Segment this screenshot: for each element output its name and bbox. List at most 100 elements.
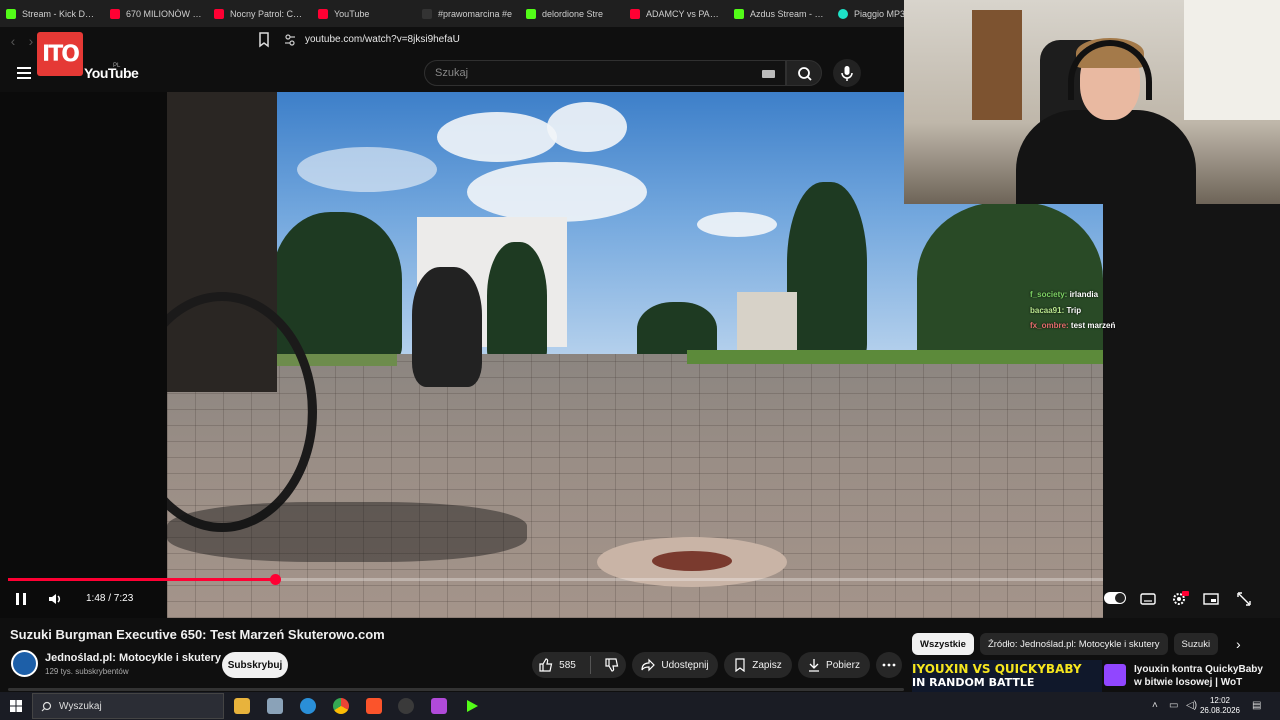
network-icon[interactable]: ▭	[1169, 700, 1178, 711]
kick-icon	[734, 8, 744, 19]
save-label: Zapisz	[752, 659, 782, 671]
browser-tab[interactable]: Stream - Kick Dashb	[0, 0, 104, 27]
horizontal-scrollbar[interactable]	[8, 688, 904, 691]
subscribe-button[interactable]: Subskrybuj	[222, 652, 288, 678]
chip-source[interactable]: Źródło: Jednoślad.pl: Motocykle i skuter…	[979, 633, 1168, 655]
brave-icon[interactable]	[366, 698, 382, 714]
search-icon	[798, 67, 812, 81]
screen: Stream - Kick Dashb 670 MILIONÓW NA Nocn…	[0, 0, 1280, 720]
voice-search-button[interactable]	[833, 59, 861, 87]
download-label: Pobierz	[826, 659, 860, 671]
youtube-logo[interactable]: YouTube	[84, 65, 139, 81]
taskbar-search[interactable]: Wyszukaj	[32, 693, 224, 719]
system-clock[interactable]: 12:02 26.08.2026	[1198, 696, 1242, 716]
more-actions-button[interactable]	[876, 652, 902, 678]
chip-all[interactable]: Wszystkie	[912, 633, 974, 655]
share-button[interactable]: Udostępnij	[632, 652, 718, 678]
time-display: 1:48 / 7:23	[86, 593, 134, 604]
channel-name[interactable]: Jednoślad.pl: Motocykle i skutery	[45, 652, 221, 664]
channel-avatar[interactable]	[11, 650, 38, 677]
obs-icon[interactable]	[398, 698, 414, 714]
chat-message: fx_ombre: test marzeń	[1030, 321, 1116, 330]
tab-label: #prawomarcina #e	[438, 8, 513, 19]
volume-icon[interactable]	[47, 590, 63, 608]
autoplay-toggle[interactable]	[1104, 592, 1126, 604]
thumbs-down-icon[interactable]	[605, 658, 619, 672]
search-input[interactable]: Szukaj	[424, 60, 786, 86]
youtube-icon	[318, 8, 328, 19]
miniplayer-icon[interactable]	[1203, 590, 1219, 608]
youtube-icon	[214, 8, 224, 19]
tab-label: Azdus Stream - Wa	[750, 8, 826, 19]
browser-tab[interactable]: #prawomarcina #e	[416, 0, 520, 27]
browser-tab[interactable]: YouTube	[312, 0, 416, 27]
back-icon[interactable]: ‹	[4, 33, 22, 49]
recommendation-thumbnail[interactable]: IYOUXIN VS QUICKYBABY IN RANDOM BATTLE	[912, 660, 1102, 692]
kick-app-icon[interactable]	[464, 698, 480, 714]
youtube-region: PL	[113, 63, 121, 69]
thumbnail-text-1: IYOUXIN VS QUICKYBABY	[912, 662, 1082, 676]
subtitles-icon[interactable]	[1140, 590, 1156, 608]
save-button[interactable]: Zapisz	[724, 652, 792, 678]
app-icon[interactable]	[267, 698, 283, 714]
windows-start-icon[interactable]	[10, 700, 22, 712]
browser-tab[interactable]: delordione Stre	[520, 0, 624, 27]
chrome-icon[interactable]	[333, 698, 349, 714]
share-label: Udostępnij	[661, 659, 709, 671]
windows-taskbar: Wyszukaj	[0, 692, 1280, 720]
speaker-icon[interactable]: ◁)	[1186, 700, 1197, 711]
app-icon[interactable]	[431, 698, 447, 714]
tab-label: Piaggio MP3 300h	[854, 8, 904, 19]
browser-tab[interactable]: Piaggio MP3 300h	[832, 0, 904, 27]
taskbar-search-label: Wyszukaj	[59, 701, 102, 712]
bookmark-icon	[735, 658, 745, 672]
tab-label: 670 MILIONÓW NA	[126, 8, 202, 19]
notifications-icon[interactable]: ▤	[1252, 700, 1261, 711]
stream-chat-overlay: f_society: irlandia bacaa91: Trip fx_omb…	[1030, 287, 1115, 334]
pause-icon[interactable]	[14, 590, 28, 608]
browser-tab[interactable]: ADAMCY vs PAJAC	[624, 0, 728, 27]
site-icon	[838, 8, 848, 19]
scrubber-handle[interactable]	[270, 574, 281, 585]
settings-icon[interactable]	[1171, 590, 1189, 608]
video-title: Suzuki Burgman Executive 650: Test Marze…	[10, 627, 385, 642]
bookmark-icon[interactable]	[258, 32, 270, 48]
tab-label: YouTube	[334, 8, 370, 19]
twitch-icon	[1104, 664, 1126, 686]
channel-logo-overlay: ΙΤΟ	[37, 32, 83, 76]
browser-tab[interactable]: Nocny Patrol: Czym	[208, 0, 312, 27]
subscriber-count: 129 tys. subskrybentów	[45, 667, 129, 676]
recommendation-title[interactable]: Iyouxin kontra QuickyBaby w bitwie losow…	[1134, 663, 1264, 689]
tab-label: Stream - Kick Dashb	[22, 8, 98, 19]
youtube-header: ΙΤΟ YouTube PL Szukaj	[0, 32, 904, 92]
url-field[interactable]: youtube.com/watch?v=8jksi9hefaU	[305, 34, 460, 45]
like-dislike-group: 585	[532, 652, 626, 678]
clock-time: 12:02	[1209, 696, 1231, 705]
chevron-up-icon[interactable]: ˄	[1152, 700, 1158, 711]
menu-icon[interactable]	[17, 67, 31, 79]
chevron-right-icon[interactable]: ›	[1236, 636, 1241, 652]
microphone-icon	[841, 66, 853, 81]
youtube-icon	[630, 8, 640, 19]
download-icon	[809, 659, 820, 672]
site-info-icon[interactable]	[284, 33, 296, 47]
browser-tab[interactable]: 670 MILIONÓW NA	[104, 0, 208, 27]
search-placeholder: Szukaj	[435, 67, 469, 79]
download-button[interactable]: Pobierz	[798, 652, 870, 678]
filter-chips: Wszystkie Źródło: Jednoślad.pl: Motocykl…	[912, 633, 1219, 655]
keyboard-icon[interactable]	[762, 70, 775, 78]
more-icon	[882, 663, 896, 667]
fullscreen-icon[interactable]	[1236, 590, 1252, 608]
edge-icon[interactable]	[300, 698, 316, 714]
chat-message: f_society: irlandia	[1030, 290, 1099, 299]
search-button[interactable]	[786, 60, 822, 86]
chip-suzuki[interactable]: Suzuki	[1173, 633, 1219, 655]
like-count[interactable]: 585	[559, 660, 576, 671]
youtube-icon	[110, 8, 120, 19]
thumbs-up-icon[interactable]	[539, 658, 553, 672]
share-icon	[641, 658, 656, 672]
browser-tab[interactable]: Azdus Stream - Wa	[728, 0, 832, 27]
file-explorer-icon[interactable]	[234, 698, 250, 714]
tab-label: delordione Stre	[542, 8, 604, 19]
browser-tab-bar: Stream - Kick Dashb 670 MILIONÓW NA Nocn…	[0, 0, 904, 27]
